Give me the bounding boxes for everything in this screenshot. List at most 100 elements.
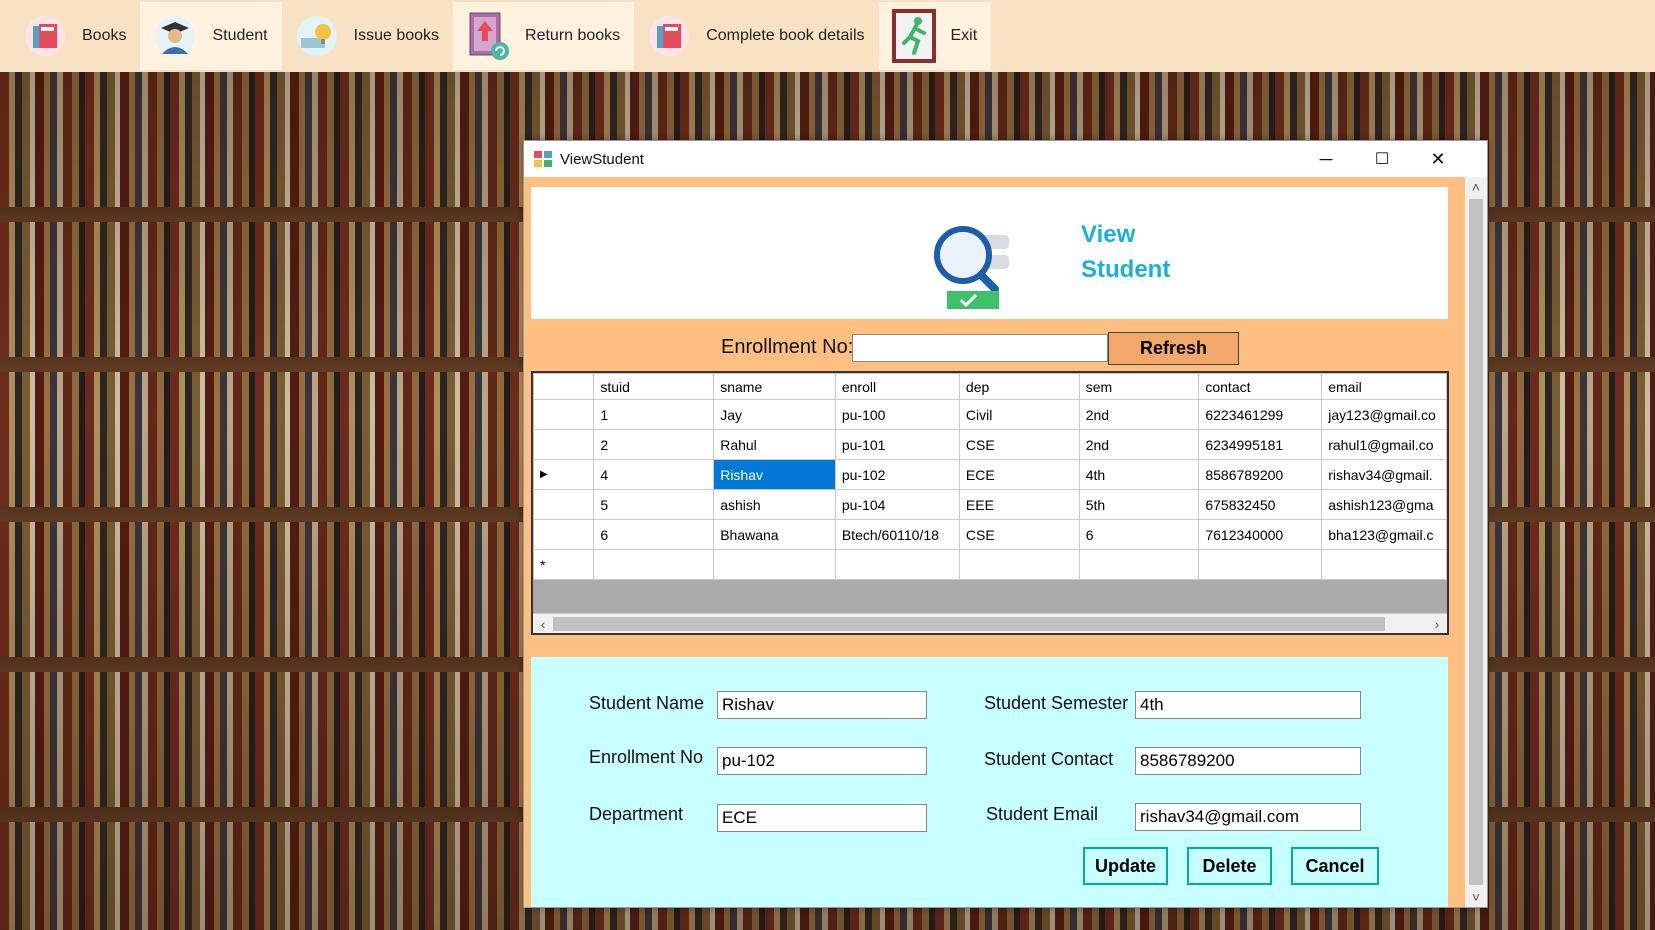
- table-cell-sname[interactable]: Rahul: [713, 429, 836, 460]
- row-header[interactable]: [533, 519, 595, 550]
- new-row-cell-enroll[interactable]: [834, 549, 960, 580]
- new-row-cell-stuid[interactable]: [593, 549, 715, 580]
- student-email-field[interactable]: [1135, 803, 1361, 831]
- scroll-right-icon[interactable]: ›: [1427, 614, 1447, 633]
- new-row[interactable]: *: [533, 549, 1447, 580]
- column-header-email[interactable]: email: [1321, 373, 1447, 400]
- table-cell-email[interactable]: ashish123@gma: [1321, 489, 1447, 520]
- new-row-cell-sem[interactable]: [1078, 549, 1200, 580]
- maximize-button[interactable]: ☐: [1354, 141, 1410, 177]
- table-cell-stuid[interactable]: 1: [593, 399, 715, 430]
- toolbar-issue-books[interactable]: Issue books: [282, 2, 453, 70]
- row-header[interactable]: [533, 429, 595, 460]
- table-cell-sname[interactable]: ashish: [713, 489, 836, 520]
- vertical-scroll-thumb[interactable]: [1469, 199, 1483, 885]
- header-title-line1: View: [1081, 221, 1136, 248]
- toolbar-return-books-label: Return books: [525, 27, 621, 44]
- table-cell-stuid[interactable]: 5: [593, 489, 715, 520]
- table-cell-dep[interactable]: EEE: [958, 489, 1080, 520]
- column-header-sname[interactable]: sname: [713, 373, 836, 400]
- table-cell-sname[interactable]: Rishav: [713, 459, 836, 490]
- table-cell-enroll[interactable]: Btech/60110/18: [834, 519, 960, 550]
- books-icon: [18, 9, 72, 63]
- table-cell-sem[interactable]: 2nd: [1078, 429, 1200, 460]
- table-cell-stuid[interactable]: 6: [593, 519, 715, 550]
- table-cell-dep[interactable]: CSE: [958, 519, 1080, 550]
- table-cell-contact[interactable]: 6223461299: [1198, 399, 1323, 430]
- student-name-label: Student Name: [589, 693, 705, 713]
- scroll-down-icon[interactable]: ˅: [1466, 887, 1486, 907]
- update-button[interactable]: Update: [1083, 847, 1168, 885]
- student-contact-field[interactable]: [1135, 747, 1361, 775]
- table-cell-sem[interactable]: 5th: [1078, 489, 1200, 520]
- student-details-panel: Student Name Enrollment No Department St…: [531, 657, 1448, 907]
- enrollment-no-field[interactable]: [717, 747, 927, 775]
- department-field[interactable]: [717, 804, 927, 832]
- table-cell-email[interactable]: rahul1@gmail.co: [1321, 429, 1447, 460]
- table-row[interactable]: 5 ashish pu-104 EEE 5th 675832450 ashish123@gm…: [533, 489, 1447, 520]
- window-client-area: View Student Enrollment No: Refresh stui…: [524, 177, 1487, 907]
- close-button[interactable]: ✕: [1410, 141, 1466, 177]
- table-row[interactable]: 2 Rahul pu-101 CSE 2nd 6234995181 rahul1@gmail…: [533, 429, 1447, 460]
- table-cell-contact[interactable]: 6234995181: [1198, 429, 1323, 460]
- table-cell-sem[interactable]: 4th: [1078, 459, 1200, 490]
- table-cell-sem[interactable]: 2nd: [1078, 399, 1200, 430]
- new-row-cell-contact[interactable]: [1198, 549, 1323, 580]
- toolbar-student[interactable]: Student: [140, 2, 282, 70]
- table-cell-email[interactable]: bha123@gmail.c: [1321, 519, 1447, 550]
- table-cell-email[interactable]: jay123@gmail.co: [1321, 399, 1447, 430]
- horizontal-scroll-thumb[interactable]: [553, 617, 1385, 631]
- scroll-left-icon[interactable]: ‹: [533, 614, 553, 633]
- row-header[interactable]: [533, 399, 595, 430]
- table-row[interactable]: 1 Jay pu-100 Civil 2nd 6223461299 jay123@gmail…: [533, 399, 1447, 430]
- toolbar-complete-book-details[interactable]: Complete book details: [634, 2, 878, 70]
- row-header[interactable]: ▶: [533, 459, 595, 490]
- toolbar-books[interactable]: Books: [10, 2, 140, 70]
- student-semester-label: Student Semester: [984, 693, 1129, 713]
- column-header-stuid[interactable]: stuid: [593, 373, 715, 400]
- table-cell-stuid[interactable]: 2: [593, 429, 715, 460]
- table-cell-dep[interactable]: CSE: [958, 429, 1080, 460]
- table-cell-enroll[interactable]: pu-101: [834, 429, 960, 460]
- minimize-button[interactable]: ─: [1298, 141, 1354, 177]
- refresh-button[interactable]: Refresh: [1108, 332, 1239, 365]
- table-cell-contact[interactable]: 7612340000: [1198, 519, 1323, 550]
- new-row-marker: *: [533, 549, 595, 580]
- table-cell-contact[interactable]: 675832450: [1198, 489, 1323, 520]
- table-cell-stuid[interactable]: 4: [593, 459, 715, 490]
- toolbar-exit[interactable]: Exit: [878, 2, 992, 70]
- horizontal-scrollbar[interactable]: ‹ ›: [533, 613, 1447, 633]
- delete-button[interactable]: Delete: [1187, 847, 1272, 885]
- new-row-cell-email[interactable]: [1321, 549, 1447, 580]
- student-semester-field[interactable]: [1135, 691, 1361, 719]
- column-header-dep[interactable]: dep: [958, 373, 1080, 400]
- vertical-scrollbar[interactable]: ˄ ˅: [1465, 177, 1487, 907]
- cancel-button[interactable]: Cancel: [1291, 847, 1379, 885]
- table-cell-sem[interactable]: 6: [1078, 519, 1200, 550]
- student-name-field[interactable]: [717, 691, 927, 719]
- column-header-sem[interactable]: sem: [1078, 373, 1200, 400]
- app-icon: [534, 151, 552, 167]
- students-grid[interactable]: stuid sname enroll dep sem contact email…: [531, 371, 1449, 635]
- table-cell-email[interactable]: rishav34@gmail.: [1321, 459, 1447, 490]
- scroll-up-icon[interactable]: ˄: [1466, 177, 1486, 197]
- table-cell-dep[interactable]: Civil: [958, 399, 1080, 430]
- table-cell-enroll[interactable]: pu-102: [834, 459, 960, 490]
- table-cell-enroll[interactable]: pu-100: [834, 399, 960, 430]
- toolbar-return-books[interactable]: Return books: [453, 2, 635, 70]
- table-row[interactable]: ▶ 4 Rishav pu-102 ECE 4th 8586789200 rishav34@g…: [533, 459, 1447, 490]
- enrollment-no-label: Enrollment No: [589, 747, 704, 767]
- table-cell-dep[interactable]: ECE: [958, 459, 1080, 490]
- table-cell-sname[interactable]: Jay: [713, 399, 836, 430]
- issue-books-icon: [290, 9, 344, 63]
- column-header-enroll[interactable]: enroll: [834, 373, 960, 400]
- table-row[interactable]: 6 Bhawana Btech/60110/18 CSE 6 7612340000 bha1…: [533, 519, 1447, 550]
- new-row-cell-dep[interactable]: [958, 549, 1080, 580]
- row-header[interactable]: [533, 489, 595, 520]
- table-cell-contact[interactable]: 8586789200: [1198, 459, 1323, 490]
- column-header-contact[interactable]: contact: [1198, 373, 1323, 400]
- table-cell-enroll[interactable]: pu-104: [834, 489, 960, 520]
- new-row-cell-sname[interactable]: [713, 549, 836, 580]
- enrollment-search-input[interactable]: [852, 334, 1108, 362]
- table-cell-sname[interactable]: Bhawana: [713, 519, 836, 550]
